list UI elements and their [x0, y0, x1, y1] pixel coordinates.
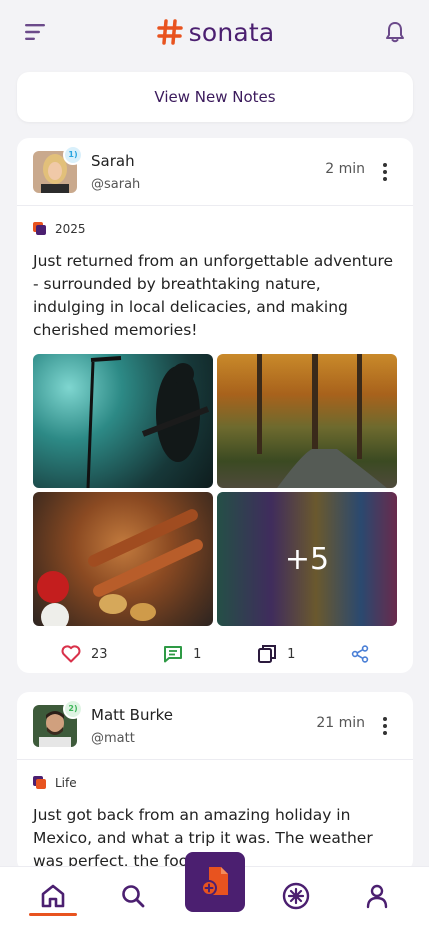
post-photo[interactable] — [33, 354, 213, 488]
nav-home[interactable] — [38, 881, 68, 911]
view-new-notes-button[interactable]: View New Notes — [17, 72, 413, 122]
post-photo[interactable] — [217, 354, 397, 488]
post-photo[interactable] — [33, 492, 213, 626]
post-card: 1) Sarah @sarah 2 min 2025 Just returned… — [17, 138, 413, 673]
app-logo[interactable]: sonata — [156, 17, 275, 47]
nav-search[interactable] — [118, 881, 148, 911]
more-photos-tile[interactable]: +5 — [217, 492, 397, 626]
post-header: 2) Matt Burke @matt 21 min — [17, 692, 413, 760]
post-card: 2) Matt Burke @matt 21 min Life Just got… — [17, 692, 413, 872]
photo-grid: +5 — [33, 354, 397, 626]
repost-button[interactable]: 1 — [257, 644, 295, 664]
avatar[interactable]: 1) — [33, 144, 83, 193]
add-note-icon — [201, 867, 228, 896]
post-tag[interactable]: Life — [17, 760, 413, 790]
top-bar: sonata — [0, 0, 429, 64]
comment-count: 1 — [193, 646, 202, 662]
post-header: 1) Sarah @sarah 2 min — [17, 138, 413, 206]
create-note-button[interactable] — [185, 852, 245, 912]
bell-icon[interactable] — [383, 20, 407, 44]
repost-icon — [258, 645, 277, 663]
comment-icon — [164, 646, 183, 663]
post-text: Just returned from an unforgettable adve… — [33, 252, 394, 339]
nav-discover[interactable] — [281, 881, 311, 911]
search-icon — [122, 885, 145, 908]
menu-icon[interactable] — [24, 20, 48, 44]
share-icon — [351, 645, 369, 663]
avatar[interactable]: 2) — [33, 698, 83, 747]
logo-hash-icon — [156, 19, 183, 45]
rank-badge: 1) — [63, 144, 83, 165]
user-icon — [366, 884, 388, 909]
more-vertical-icon[interactable] — [375, 160, 395, 184]
nav-active-indicator — [29, 913, 77, 916]
share-button[interactable] — [351, 645, 369, 663]
user-handle[interactable]: @matt — [91, 731, 173, 746]
more-vertical-icon[interactable] — [375, 714, 395, 738]
note-tag-icon — [33, 222, 46, 235]
post-tag-label: Life — [55, 776, 77, 790]
post-tag-label: 2025 — [55, 222, 86, 236]
user-name[interactable]: Sarah — [91, 152, 140, 170]
post-time: 21 min — [316, 715, 365, 731]
nav-profile[interactable] — [362, 881, 392, 911]
post-tag[interactable]: 2025 — [17, 206, 413, 236]
post-time: 2 min — [325, 161, 365, 177]
more-photos-count: +5 — [217, 492, 397, 626]
rank-badge: 2) — [63, 698, 83, 719]
home-icon — [41, 884, 65, 908]
user-name[interactable]: Matt Burke — [91, 706, 173, 724]
comment-button[interactable]: 1 — [163, 645, 201, 663]
user-handle[interactable]: @sarah — [91, 177, 140, 192]
heart-icon — [61, 645, 81, 663]
like-button[interactable]: 23 — [61, 645, 108, 663]
post-actions: 23 1 1 — [33, 638, 397, 670]
repost-count: 1 — [287, 646, 296, 662]
like-count: 23 — [91, 646, 108, 662]
starburst-icon — [282, 882, 310, 910]
app-name: sonata — [188, 17, 275, 47]
note-tag-icon — [33, 776, 46, 789]
